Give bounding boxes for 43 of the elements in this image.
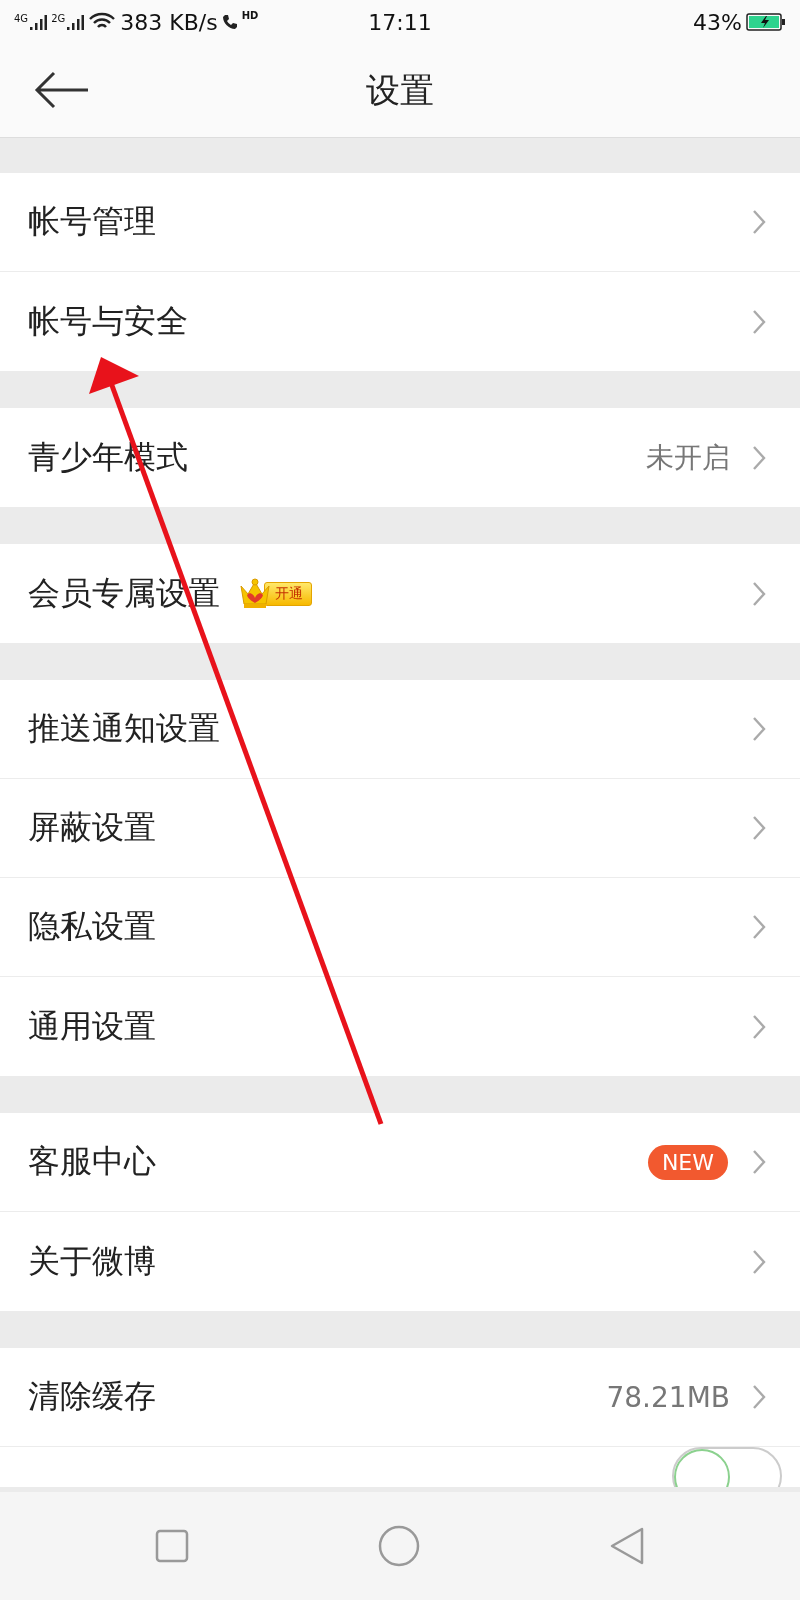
chevron-icon — [752, 1248, 766, 1275]
recent-apps-icon[interactable] — [154, 1529, 189, 1563]
chevron-icon — [752, 1013, 766, 1040]
setting-label: 帐号管理 — [28, 201, 156, 242]
chevron-icon — [752, 308, 766, 335]
settings-row[interactable]: 关于微博 — [0, 1212, 800, 1311]
chevron-icon — [752, 1384, 766, 1410]
settings-row[interactable]: 帐号与安全 — [0, 272, 800, 371]
setting-value: 78.21MB — [606, 1380, 730, 1414]
network-type-label: 4G — [14, 13, 29, 24]
setting-label: 推送通知设置 — [28, 708, 220, 749]
network-speed: 383 KB/s — [120, 9, 218, 35]
setting-value: 未开启 — [646, 439, 730, 476]
chevron-icon — [752, 1149, 766, 1175]
home-icon[interactable] — [378, 1525, 420, 1567]
settings-row[interactable]: 通用设置 — [0, 977, 800, 1076]
phone-icon — [221, 13, 238, 31]
page-title: 设置 — [366, 68, 434, 112]
signal-icon — [66, 13, 85, 31]
chevron-icon — [752, 914, 766, 940]
hd-label: HD — [241, 9, 259, 21]
chevron-icon — [752, 580, 766, 607]
setting-label: 隐私设置 — [28, 906, 156, 947]
vip-badge: 开通 — [238, 577, 312, 610]
chevron-icon — [752, 815, 766, 841]
chevron-icon — [752, 209, 766, 235]
chevron-icon — [752, 716, 766, 742]
chevron-icon — [752, 444, 766, 471]
setting-label: 会员专属设置 — [28, 572, 220, 614]
setting-label: 清除缓存 — [28, 1376, 156, 1417]
signal-icon — [29, 13, 48, 31]
setting-label: 帐号与安全 — [28, 300, 188, 342]
back-icon[interactable] — [609, 1526, 646, 1566]
network-type-label: 2G — [51, 13, 66, 24]
new-badge: NEW — [647, 1144, 728, 1180]
setting-label: 客服中心 — [28, 1141, 156, 1182]
settings-row[interactable]: 会员专属设置 开通 — [0, 544, 800, 643]
setting-label: 屏蔽设置 — [28, 807, 156, 848]
battery-level: 43% — [693, 9, 742, 35]
battery-icon — [746, 12, 786, 32]
setting-label: 关于微博 — [28, 1240, 156, 1282]
clock-time: 17:11 — [368, 9, 432, 35]
setting-label: 通用设置 — [28, 1005, 156, 1047]
